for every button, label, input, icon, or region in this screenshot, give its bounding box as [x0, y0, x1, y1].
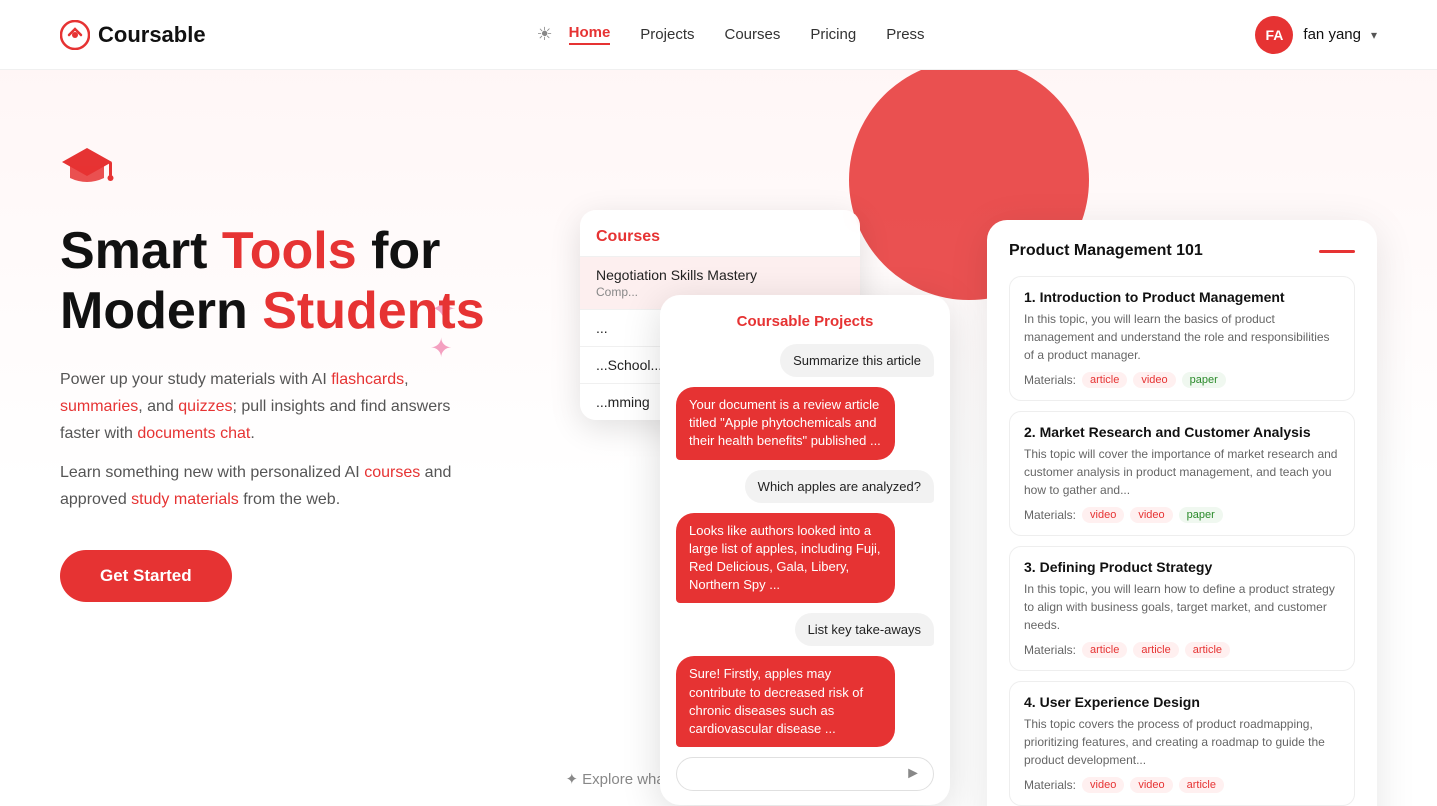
visuals-section: Courses Negotiation Skills Mastery Comp.… — [560, 110, 1377, 790]
chat-panel-header: Coursable Projects — [676, 313, 934, 330]
course-detail-header: Product Management 101 — [1009, 242, 1355, 260]
tag-paper-1: paper — [1179, 507, 1223, 523]
tag-video-1a: video — [1082, 507, 1124, 523]
nav-press[interactable]: Press — [886, 26, 924, 43]
materials-row-3: Materials: video video article — [1024, 777, 1340, 793]
chat-msg-3: Looks like authors looked into a large l… — [676, 513, 934, 604]
hero-title-plain1: Smart — [60, 222, 222, 280]
tag-article-2c: article — [1185, 642, 1230, 658]
chat-msg-0: Summarize this article — [676, 344, 934, 377]
user-avatar: FA — [1255, 16, 1293, 54]
course-topic-desc-2: In this topic, you will learn how to def… — [1024, 580, 1340, 634]
course-item-name-0: Negotiation Skills Mastery — [596, 267, 844, 283]
tag-video-3b: video — [1130, 777, 1172, 793]
course-topic-title-3: 4. User Experience Design — [1024, 694, 1340, 710]
materials-row-1: Materials: video video paper — [1024, 507, 1340, 523]
chat-msg-2: Which apples are analyzed? — [676, 470, 934, 503]
chat-bubble-2: Which apples are analyzed? — [745, 470, 934, 503]
nav-center: ☀ Home Projects Courses Pricing Press — [536, 24, 924, 45]
chat-brand-highlight: Projects — [814, 313, 873, 330]
tag-article-2b: article — [1133, 642, 1178, 658]
tag-video-3a: video — [1082, 777, 1124, 793]
course-detail-panel: Product Management 101 1. Introduction t… — [987, 220, 1377, 806]
hero-section: Smart Tools forModern Students Power up … — [60, 110, 540, 602]
nav-courses[interactable]: Courses — [724, 26, 780, 43]
hero-description-2: Learn something new with personalized AI… — [60, 459, 490, 513]
course-topic-title-1: 2. Market Research and Customer Analysis — [1024, 424, 1340, 440]
tag-article-2a: article — [1082, 642, 1127, 658]
course-topic-desc-1: This topic will cover the importance of … — [1024, 445, 1340, 499]
chat-msg-5: Sure! Firstly, apples may contribute to … — [676, 656, 934, 747]
tag-article-0: article — [1082, 372, 1127, 388]
get-started-button[interactable]: Get Started — [60, 550, 232, 602]
course-topic-title-0: 1. Introduction to Product Management — [1024, 289, 1340, 305]
chat-bubble-0: Summarize this article — [780, 344, 934, 377]
course-detail-title: Product Management 101 — [1009, 242, 1203, 260]
nav-home[interactable]: Home — [569, 24, 611, 45]
materials-row-2: Materials: article article article — [1024, 642, 1340, 658]
user-chevron-icon: ▾ — [1371, 28, 1377, 42]
chat-bubble-3: Looks like authors looked into a large l… — [676, 513, 895, 604]
user-menu[interactable]: FA fan yang ▾ — [1255, 16, 1377, 54]
course-topic-desc-3: This topic covers the process of product… — [1024, 715, 1340, 769]
hero-title: Smart Tools forModern Students — [60, 222, 540, 342]
course-topic-desc-0: In this topic, you will learn the basics… — [1024, 310, 1340, 364]
chat-panel: Coursable Projects Summarize this articl… — [660, 295, 950, 805]
course-topic-title-2: 3. Defining Product Strategy — [1024, 559, 1340, 575]
tag-video-0: video — [1133, 372, 1175, 388]
logo[interactable]: Coursable — [60, 20, 206, 50]
course-topic-3[interactable]: 4. User Experience Design This topic cov… — [1009, 681, 1355, 806]
study-materials-link[interactable]: study materials — [131, 491, 239, 508]
tag-article-3: article — [1179, 777, 1224, 793]
hero-title-students: Students — [262, 282, 484, 340]
hero-description-1: Power up your study materials with AI fl… — [60, 366, 490, 448]
summaries-link[interactable]: summaries — [60, 398, 138, 415]
theme-toggle[interactable]: ☀ — [536, 24, 552, 45]
chat-bubble-5: Sure! Firstly, apples may contribute to … — [676, 656, 895, 747]
brand-name: Coursable — [98, 22, 206, 48]
tag-paper-0: paper — [1182, 372, 1226, 388]
chat-msg-4: List key take-aways — [676, 613, 934, 646]
course-topic-0[interactable]: 1. Introduction to Product Management In… — [1009, 276, 1355, 401]
materials-label-1: Materials: — [1024, 508, 1076, 522]
hero-title-tools: Tools — [222, 222, 357, 280]
nav-projects[interactable]: Projects — [640, 26, 694, 43]
tag-video-1b: video — [1130, 507, 1172, 523]
materials-label-2: Materials: — [1024, 643, 1076, 657]
main-content: Smart Tools forModern Students Power up … — [0, 70, 1437, 806]
nav-links: Home Projects Courses Pricing Press — [569, 24, 925, 45]
documents-chat-link[interactable]: documents chat — [137, 425, 250, 442]
course-detail-accent — [1319, 250, 1355, 253]
chat-send-icon[interactable]: ► — [905, 765, 921, 783]
graduation-icon — [60, 140, 540, 202]
materials-label-3: Materials: — [1024, 778, 1076, 792]
courses-link[interactable]: courses — [364, 464, 420, 481]
quizzes-link[interactable]: quizzes — [178, 398, 232, 415]
materials-label-0: Materials: — [1024, 373, 1076, 387]
course-topic-1[interactable]: 2. Market Research and Customer Analysis… — [1009, 411, 1355, 536]
chat-input-row: ► — [676, 757, 934, 791]
chat-msg-1: Your document is a review article titled… — [676, 387, 934, 460]
chat-bubble-1: Your document is a review article titled… — [676, 387, 895, 460]
nav-pricing[interactable]: Pricing — [810, 26, 856, 43]
chat-input[interactable] — [689, 767, 905, 782]
logo-icon — [60, 20, 90, 50]
course-topic-2[interactable]: 3. Defining Product Strategy In this top… — [1009, 546, 1355, 671]
materials-row-0: Materials: article video paper — [1024, 372, 1340, 388]
username: fan yang — [1303, 26, 1361, 43]
chat-bubble-4: List key take-aways — [795, 613, 934, 646]
flashcards-link[interactable]: flashcards — [331, 371, 404, 388]
navbar: Coursable ☀ Home Projects Courses Pricin… — [0, 0, 1437, 70]
courses-panel-title: Courses — [580, 228, 860, 256]
chat-brand: Coursable — [737, 313, 810, 330]
